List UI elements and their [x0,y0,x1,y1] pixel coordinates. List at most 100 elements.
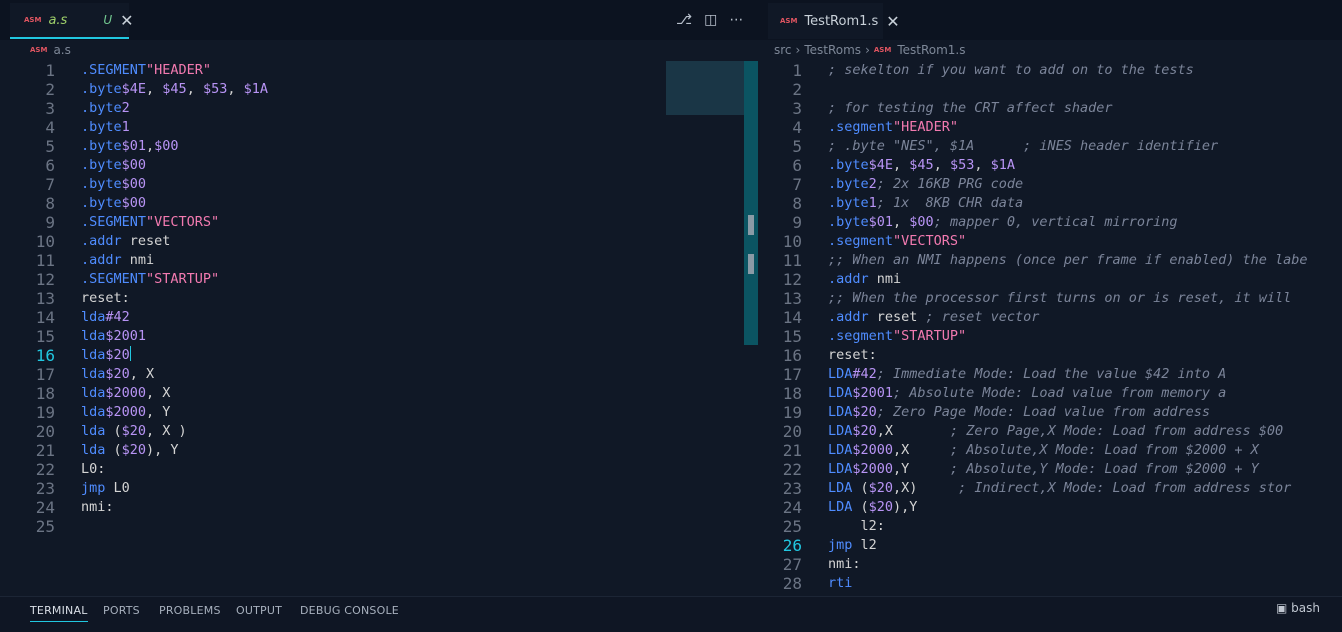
code-line[interactable]: 24 nmi: [0,498,758,517]
code-line[interactable]: 25 l2: [758,517,1342,536]
breadcrumb-src[interactable]: src [774,43,792,57]
code-line[interactable]: 5 .byte $01, $00 [0,137,758,156]
line-number: 1 [792,61,802,80]
code-line[interactable]: 22 L0: [0,460,758,479]
scrollbar[interactable] [744,61,758,345]
code-line[interactable]: 4 .segment "HEADER" [758,118,1342,137]
line-number: 2 [792,80,802,99]
tab-testrom1-s[interactable]: ASM TestRom1.s ✕ [768,3,900,39]
code-line[interactable]: 18 LDA $2001 ; Absolute Mode: Load value… [758,384,1342,403]
code-line[interactable]: 7 .byte 2 ; 2x 16KB PRG code [758,175,1342,194]
code-editor[interactable]: 1 ; sekelton if you want to add on to the… [758,61,1342,593]
code-line[interactable]: 2 [758,80,1342,99]
code-line[interactable]: 6 .byte $4E, $45, $53, $1A [758,156,1342,175]
code-line[interactable]: 9 .SEGMENT "VECTORS" [0,213,758,232]
code-line[interactable]: 19 lda $2000, Y [0,403,758,422]
code-line[interactable]: 8 .byte $00 [0,194,758,213]
code-line[interactable]: 10 .addr reset [0,232,758,251]
code-line[interactable]: 19 LDA $20 ; Zero Page Mode: Load value … [758,403,1342,422]
code-text: .addr reset [81,233,171,249]
breadcrumb-file[interactable]: a.s [53,43,70,57]
code-line[interactable]: 17 LDA #42 ; Immediate Mode: Load the va… [758,365,1342,384]
breadcrumb-testroms[interactable]: TestRoms [804,43,861,57]
text-cursor [129,346,131,361]
code-line[interactable]: 14 .addr reset ; reset vector [758,308,1342,327]
code-line[interactable]: 11 ;; When an NMI happens (once per fram… [758,251,1342,270]
code-line[interactable]: 17 lda $20, X [0,365,758,384]
code-line[interactable]: 15 lda $2001 [0,327,758,346]
code-line[interactable]: 13 reset: [0,289,758,308]
tab-a-s[interactable]: ASM a.s U ✕ [10,3,134,39]
code-line[interactable]: 24 LDA ($20),Y [758,498,1342,517]
code-text: ;; When an NMI happens (once per frame i… [828,252,1308,268]
code-line[interactable]: 3 .byte 2 [0,99,758,118]
code-line[interactable]: 20 lda ($20, X ) [0,422,758,441]
line-number: 2 [45,80,55,99]
code-editor[interactable]: 1 .SEGMENT "HEADER" 2 .byte $4E, $45, $53,… [0,61,758,536]
code-text: lda ($20), Y [81,442,179,458]
code-text: .addr reset ; reset vector [828,309,1040,325]
shell-name: bash [1291,601,1320,615]
code-line[interactable]: 6 .byte $00 [0,156,758,175]
code-line[interactable]: 22 LDA $2000 ,Y ; Absolute,Y Mode: Load f… [758,460,1342,479]
breadcrumb-file[interactable]: TestRom1.s [897,43,965,57]
code-line[interactable]: 12 .SEGMENT "STARTUP" [0,270,758,289]
code-text: LDA $2001 ; Absolute Mode: Load value fr… [828,385,1227,401]
tab-terminal[interactable]: TERMINAL [30,601,88,622]
line-number: 16 [35,346,55,365]
code-line[interactable]: 2 .byte $4E, $45, $53, $1A [0,80,758,99]
code-line[interactable]: 5 ; .byte "NES", $1A ; iNES header ident… [758,137,1342,156]
code-line[interactable]: 12 .addr nmi [758,270,1342,289]
terminal-shell-selector[interactable]: ▣ bash [1276,601,1320,615]
more-icon[interactable]: ⋯ [729,12,743,28]
code-line[interactable]: 27 nmi: [758,555,1342,574]
tab-problems[interactable]: PROBLEMS [159,601,221,621]
code-line[interactable]: 13 ;; When the processor first turns on … [758,289,1342,308]
line-number: 22 [35,460,55,479]
code-text: nmi: [828,556,861,572]
code-line[interactable]: 11 .addr nmi [0,251,758,270]
tab-output[interactable]: OUTPUT [236,601,282,621]
code-line[interactable]: 21 lda ($20), Y [0,441,758,460]
close-icon[interactable]: ✕ [886,12,899,31]
code-line[interactable]: 10 .segment "VECTORS" [758,232,1342,251]
code-text: lda #42 [81,309,130,325]
line-number: 23 [782,479,802,498]
minimap[interactable] [666,61,744,115]
code-line[interactable]: 16 lda $20 [0,346,758,365]
code-line[interactable]: 15 .segment "STARTUP" [758,327,1342,346]
line-number: 11 [782,251,802,270]
code-text: .SEGMENT "HEADER" [81,62,212,78]
code-line[interactable]: 20 LDA $20 ,X ; Zero Page,X Mode: Load fr… [758,422,1342,441]
code-line[interactable]: 23 jmp L0 [0,479,758,498]
code-line[interactable]: 26 jmp l2 [758,536,1342,555]
scrollbar-thumb[interactable] [748,215,754,235]
line-number: 20 [782,422,802,441]
code-line[interactable]: 16 reset: [758,346,1342,365]
chevron-right-icon: › [795,42,801,57]
code-text: .byte $00 [81,157,147,173]
split-editor-icon[interactable]: ◫ [704,12,717,28]
code-line[interactable]: 1 ; sekelton if you want to add on to the… [758,61,1342,80]
right-tab-bar: ASM TestRom1.s ✕ [758,0,1342,40]
code-line[interactable]: 28 rti [758,574,1342,593]
code-line[interactable]: 4 .byte 1 [0,118,758,137]
code-text: jmp l2 [828,537,877,553]
code-text: .addr nmi [81,252,155,268]
tab-debug-console[interactable]: DEBUG CONSOLE [300,601,399,621]
code-line[interactable]: 8 .byte 1 ; 1x 8KB CHR data [758,194,1342,213]
code-line[interactable]: 3 ; for testing the CRT affect shader [758,99,1342,118]
code-line[interactable]: 25 [0,517,758,536]
breadcrumb: src › TestRoms › ASM TestRom1.s [774,40,965,59]
code-line[interactable]: 9 .byte $01, $00 ; mapper 0, vertical mi… [758,213,1342,232]
code-line[interactable]: 7 .byte $00 [0,175,758,194]
code-line[interactable]: 23 LDA ($20 ,X) ; Indirect,X Mode: Load f… [758,479,1342,498]
code-line[interactable]: 1 .SEGMENT "HEADER" [0,61,758,80]
code-line[interactable]: 18 lda $2000, X [0,384,758,403]
code-line[interactable]: 14 lda #42 [0,308,758,327]
code-line[interactable]: 21 LDA $2000 ,X ; Absolute,X Mode: Load f… [758,441,1342,460]
source-control-icon[interactable]: ⎇ [676,12,692,28]
tab-ports[interactable]: PORTS [103,601,140,621]
close-icon[interactable]: ✕ [120,11,133,30]
line-number: 9 [45,213,55,232]
